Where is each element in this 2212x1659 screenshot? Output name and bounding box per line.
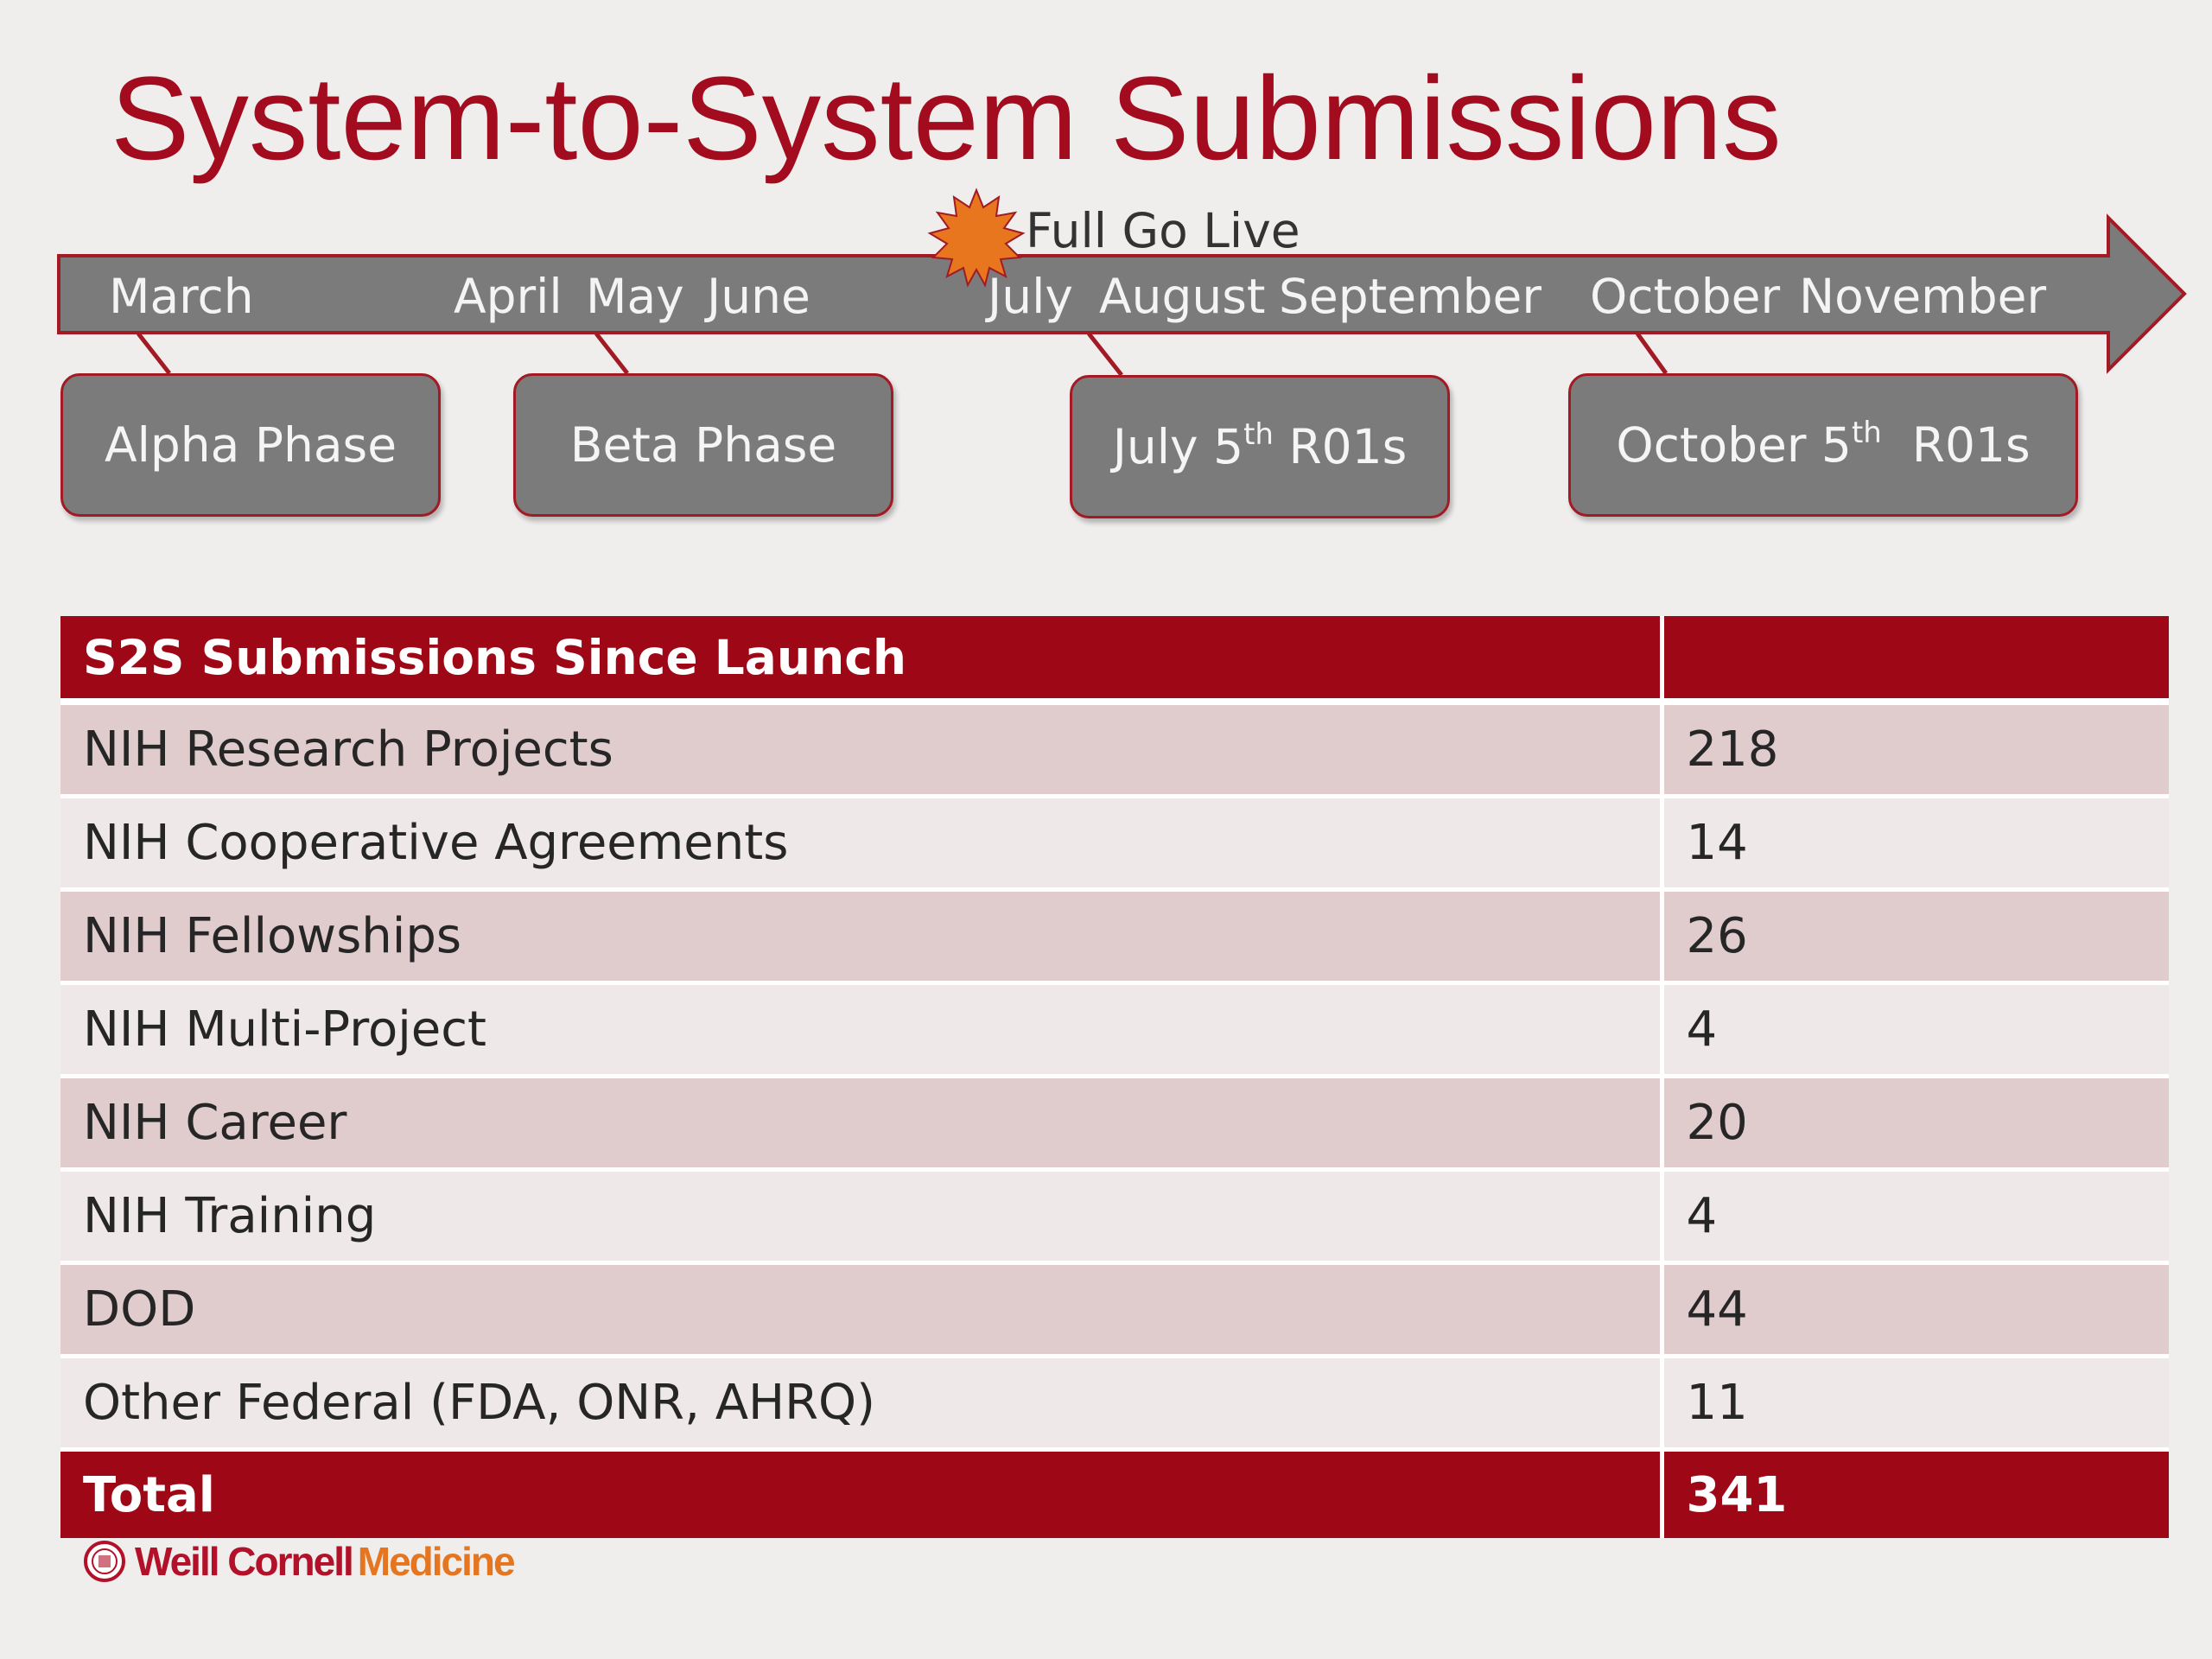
table-header-row: S2S Submissions Since Launch (60, 616, 2169, 705)
weill-cornell-logo: Weill Cornell Medicine (83, 1538, 516, 1585)
table-header-value (1662, 616, 2169, 705)
row-label: NIH Multi-Project (60, 982, 1664, 1078)
row-value: 20 (1662, 1076, 2169, 1172)
logo-word-weill-cornell: Weill Cornell (135, 1539, 354, 1584)
slide-title: System-to-System Submissions (111, 53, 1782, 185)
table-row: NIH Multi-Project 4 (60, 982, 2169, 1078)
table-total-row: Total 341 (60, 1447, 2169, 1538)
row-value: 218 (1662, 702, 2169, 798)
month-june: June (707, 269, 810, 324)
phase-october-label: October 5th R01s (1616, 416, 2031, 473)
connector-alpha (137, 332, 171, 375)
row-label: Other Federal (FDA, ONR, AHRQ) (60, 1356, 1664, 1452)
logo-word-medicine: Medicine (357, 1539, 516, 1584)
row-label: NIH Training (60, 1169, 1664, 1265)
month-august: August (1099, 269, 1266, 324)
month-september: September (1279, 269, 1542, 324)
connector-july (1087, 332, 1123, 377)
phase-alpha-box: Alpha Phase (60, 373, 441, 517)
connector-october (1635, 332, 1669, 375)
row-label: DOD (60, 1262, 1664, 1358)
month-november: November (1799, 269, 2047, 324)
connector-beta (594, 332, 629, 375)
table-row: NIH Fellowships 26 (60, 889, 2169, 985)
row-label: NIH Research Projects (60, 702, 1664, 798)
row-label: NIH Fellowships (60, 889, 1664, 985)
phase-october-box: October 5th R01s (1568, 373, 2078, 517)
table-row: DOD 44 (60, 1262, 2169, 1358)
row-label: NIH Career (60, 1076, 1664, 1172)
row-value: 11 (1662, 1356, 2169, 1452)
table-row: NIH Training 4 (60, 1169, 2169, 1265)
phase-beta-label: Beta Phase (569, 417, 837, 473)
row-value: 4 (1662, 982, 2169, 1078)
row-label: NIH Cooperative Agreements (60, 796, 1664, 892)
month-march: March (109, 269, 254, 324)
go-live-label: Full Go Live (1026, 203, 1300, 258)
phase-beta-box: Beta Phase (513, 373, 893, 517)
submissions-table: S2S Submissions Since Launch NIH Researc… (60, 616, 2169, 1538)
total-value: 341 (1662, 1447, 2169, 1538)
row-value: 14 (1662, 796, 2169, 892)
phase-july-label: July 5th R01s (1112, 417, 1408, 474)
table-row: NIH Cooperative Agreements 14 (60, 796, 2169, 892)
total-label: Total (60, 1447, 1664, 1538)
table-row: NIH Career 20 (60, 1076, 2169, 1172)
month-may: May (586, 269, 684, 324)
table-row: NIH Research Projects 218 (60, 702, 2169, 798)
month-october: October (1590, 269, 1781, 324)
phase-july-box: July 5th R01s (1070, 375, 1450, 518)
row-value: 4 (1662, 1169, 2169, 1265)
row-value: 26 (1662, 889, 2169, 985)
month-july: July (988, 269, 1073, 324)
month-april: April (454, 269, 563, 324)
phase-alpha-label: Alpha Phase (104, 417, 397, 473)
seal-icon (84, 1541, 125, 1582)
row-value: 44 (1662, 1262, 2169, 1358)
table-row: Other Federal (FDA, ONR, AHRQ) 11 (60, 1356, 2169, 1452)
table-header-label: S2S Submissions Since Launch (60, 616, 1664, 705)
